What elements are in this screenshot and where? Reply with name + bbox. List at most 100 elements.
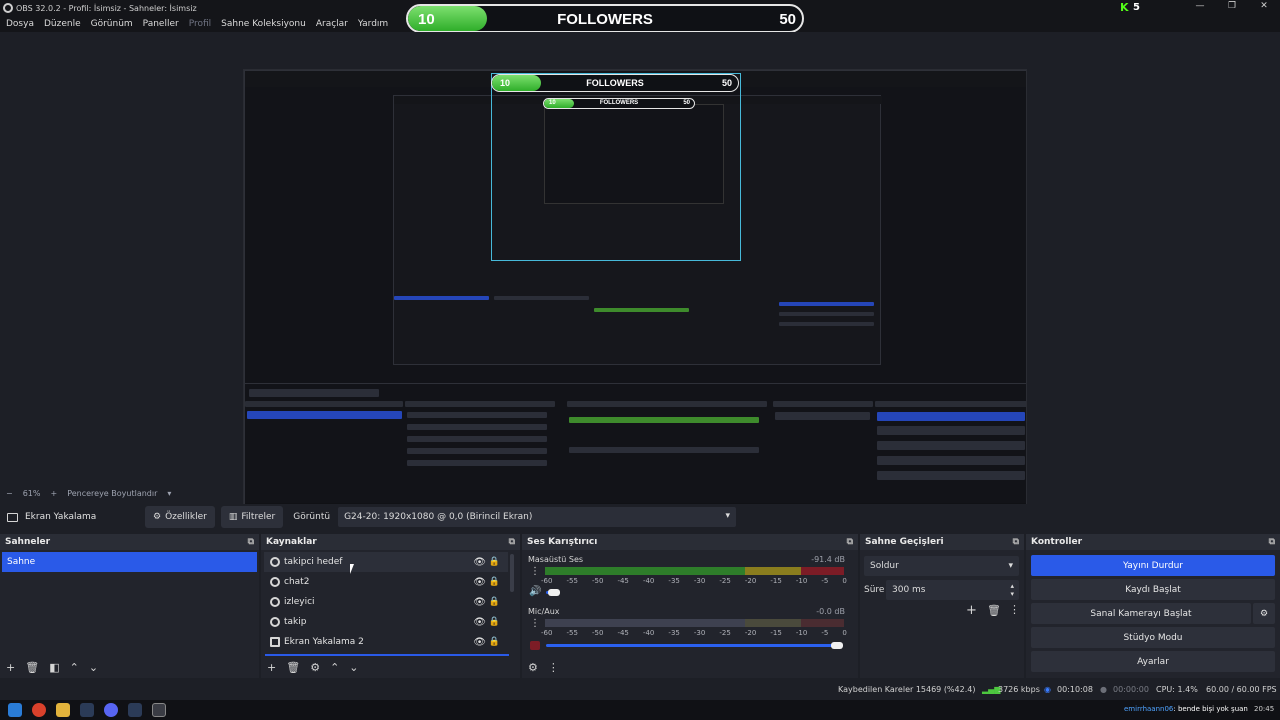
more-options-icon[interactable]: ⋮ [548, 661, 559, 674]
nested-followers-1: 10 FOLLOWERS 50 [491, 74, 739, 92]
scene-item-label: Sahne [7, 557, 36, 567]
source-item[interactable]: izleyici 👁 🔒 [264, 592, 508, 612]
chevron-down-icon: ▾ [725, 511, 731, 521]
menu-tools[interactable]: Araçlar [316, 19, 348, 29]
transition-select[interactable]: Soldur ▾ [864, 556, 1019, 576]
source-item[interactable]: takipci hedef 👁 🔒 [264, 552, 508, 572]
add-scene-icon[interactable]: + [6, 661, 15, 674]
chat-username: emirrhaann06 [1124, 705, 1174, 713]
menu-edit[interactable]: Düzenle [44, 19, 81, 29]
chrome-icon[interactable] [32, 703, 46, 717]
menu-view[interactable]: Görünüm [91, 19, 133, 29]
muted-mic-icon[interactable] [530, 641, 540, 650]
close-button[interactable]: ✕ [1249, 1, 1279, 15]
file-explorer-icon[interactable] [56, 703, 70, 717]
zoom-in-icon[interactable]: + [50, 489, 57, 498]
zoom-out-icon[interactable]: − [6, 489, 13, 498]
source-item[interactable]: Ekran Yakalama 2 👁 🔒 [264, 632, 508, 652]
sources-scrollbar[interactable] [510, 554, 514, 592]
zoom-dropdown-icon[interactable]: ▾ [167, 489, 171, 498]
studio-mode-button[interactable]: Stüdyo Modu [1031, 627, 1275, 648]
remove-source-icon[interactable]: 🗑 [286, 661, 300, 674]
obs-taskbar-icon[interactable] [152, 703, 166, 717]
remove-transition-icon[interactable]: 🗑 [987, 604, 1001, 617]
add-transition-icon[interactable]: + [966, 603, 977, 618]
settings-button[interactable]: Ayarlar [1031, 651, 1275, 672]
chat-message: emirrhaann06: bende bişi yok şuan [1124, 705, 1248, 713]
transition-options-icon[interactable]: ⋮ [1009, 603, 1020, 616]
undock-icon[interactable]: ⧉ [1013, 537, 1019, 547]
minimize-button[interactable]: — [1185, 1, 1215, 15]
zoom-mode[interactable]: Pencereye Boyutlandır [67, 489, 157, 498]
stream-time: 00:10:08 [1057, 685, 1093, 694]
move-up-icon[interactable]: ⌃ [70, 661, 79, 674]
start-recording-button[interactable]: Kaydı Başlat [1031, 579, 1275, 600]
kick-viewer-count: 5 [1133, 2, 1140, 13]
lock-icon[interactable]: 🔒 [489, 597, 500, 607]
volume-fader[interactable] [546, 644, 842, 647]
preview-canvas[interactable]: 10 FOLLOWERS 50 10 FOLLOWERS 50 [243, 69, 1027, 515]
chat-text: : bende bişi yok şuan [1173, 705, 1248, 713]
eye-icon[interactable]: 👁 [473, 617, 486, 628]
advanced-audio-icon[interactable]: ⚙ [528, 661, 538, 674]
maximize-button[interactable]: ❐ [1217, 1, 1247, 15]
undock-icon[interactable]: ⧉ [248, 537, 254, 547]
preview-area[interactable]: 10 FOLLOWERS 50 10 FOLLOWERS 50 [0, 32, 1280, 515]
speaker-icon[interactable]: 🔊 [529, 586, 541, 597]
obs-logo-icon [3, 3, 13, 13]
source-item[interactable]: chat2 👁 🔒 [264, 572, 508, 592]
lock-icon[interactable]: 🔒 [489, 617, 500, 627]
eye-icon[interactable]: 👁 [473, 577, 486, 588]
channel-menu-icon[interactable]: ⋮ [530, 566, 540, 577]
virtual-camera-settings-button[interactable]: ⚙ [1253, 603, 1275, 624]
zoom-value: 61% [22, 488, 41, 498]
duration-input[interactable]: 300 ms ▴ ▾ [886, 580, 1019, 600]
steam-icon[interactable] [80, 703, 94, 717]
mixer-title: Ses Karıştırıcı [527, 537, 598, 547]
discord-icon[interactable] [104, 703, 118, 717]
scene-item-sahne[interactable]: Sahne [2, 552, 257, 572]
move-down-icon[interactable]: ⌄ [349, 661, 358, 674]
volume-fader-knob[interactable] [831, 642, 843, 649]
mixer-channel-db: -91.4 dB [811, 555, 845, 564]
eye-icon[interactable]: 👁 [473, 637, 486, 648]
filters-button[interactable]: ▥ Filtreler [220, 506, 284, 528]
nested-preview-1: 10 FOLLOWERS 50 10 FOLLOWERS 50 [244, 70, 1026, 514]
source-item[interactable]: takip 👁 🔒 [264, 612, 508, 632]
undock-icon[interactable]: ⧉ [509, 537, 515, 547]
mixer-header: Ses Karıştırıcı ⧉ [522, 534, 858, 550]
lock-icon[interactable]: 🔒 [489, 557, 500, 567]
add-source-icon[interactable]: + [267, 661, 276, 674]
virtual-camera-button[interactable]: Sanal Kamerayı Başlat [1031, 603, 1251, 624]
properties-button[interactable]: ⚙ Özellikler [145, 506, 215, 528]
menu-scene-collection[interactable]: Sahne Koleksiyonu [221, 19, 306, 29]
eye-icon[interactable]: 👁 [473, 557, 486, 568]
duration-value: 300 ms [892, 585, 926, 595]
scenes-title: Sahneler [5, 537, 51, 547]
stop-stream-button[interactable]: Yayını Durdur [1031, 555, 1275, 576]
lock-icon[interactable]: 🔒 [489, 577, 500, 587]
source-properties-icon[interactable]: ⚙ [310, 661, 320, 674]
volume-meter [545, 567, 844, 575]
undock-icon[interactable]: ⧉ [847, 537, 853, 547]
scene-filters-icon[interactable]: ◧ [49, 661, 59, 674]
menu-docks[interactable]: Paneller [143, 19, 179, 29]
eye-icon[interactable]: 👁 [473, 597, 486, 608]
lock-icon[interactable]: 🔒 [489, 637, 500, 647]
browser-source-icon [270, 617, 280, 627]
menu-profile[interactable]: Profil [189, 19, 211, 29]
windows-start-icon[interactable] [8, 703, 22, 717]
window-title: OBS 32.0.2 - Profil: İsimsiz - Sahneler:… [16, 3, 197, 13]
stepper-icon[interactable]: ▴ ▾ [1010, 582, 1014, 598]
volume-fader-knob[interactable] [548, 589, 560, 596]
remove-scene-icon[interactable]: 🗑 [25, 661, 39, 674]
move-up-icon[interactable]: ⌃ [330, 661, 339, 674]
move-down-icon[interactable]: ⌄ [89, 661, 98, 674]
menu-help[interactable]: Yardım [358, 19, 388, 29]
display-select[interactable]: G24-20: 1920x1080 @ 0,0 (Birincil Ekran)… [338, 507, 737, 527]
undock-icon[interactable]: ⧉ [1269, 537, 1275, 547]
menu-file[interactable]: Dosya [6, 19, 34, 29]
channel-menu-icon[interactable]: ⋮ [530, 618, 540, 629]
steam-icon[interactable] [128, 703, 142, 717]
source-item-label: takip [284, 617, 307, 627]
